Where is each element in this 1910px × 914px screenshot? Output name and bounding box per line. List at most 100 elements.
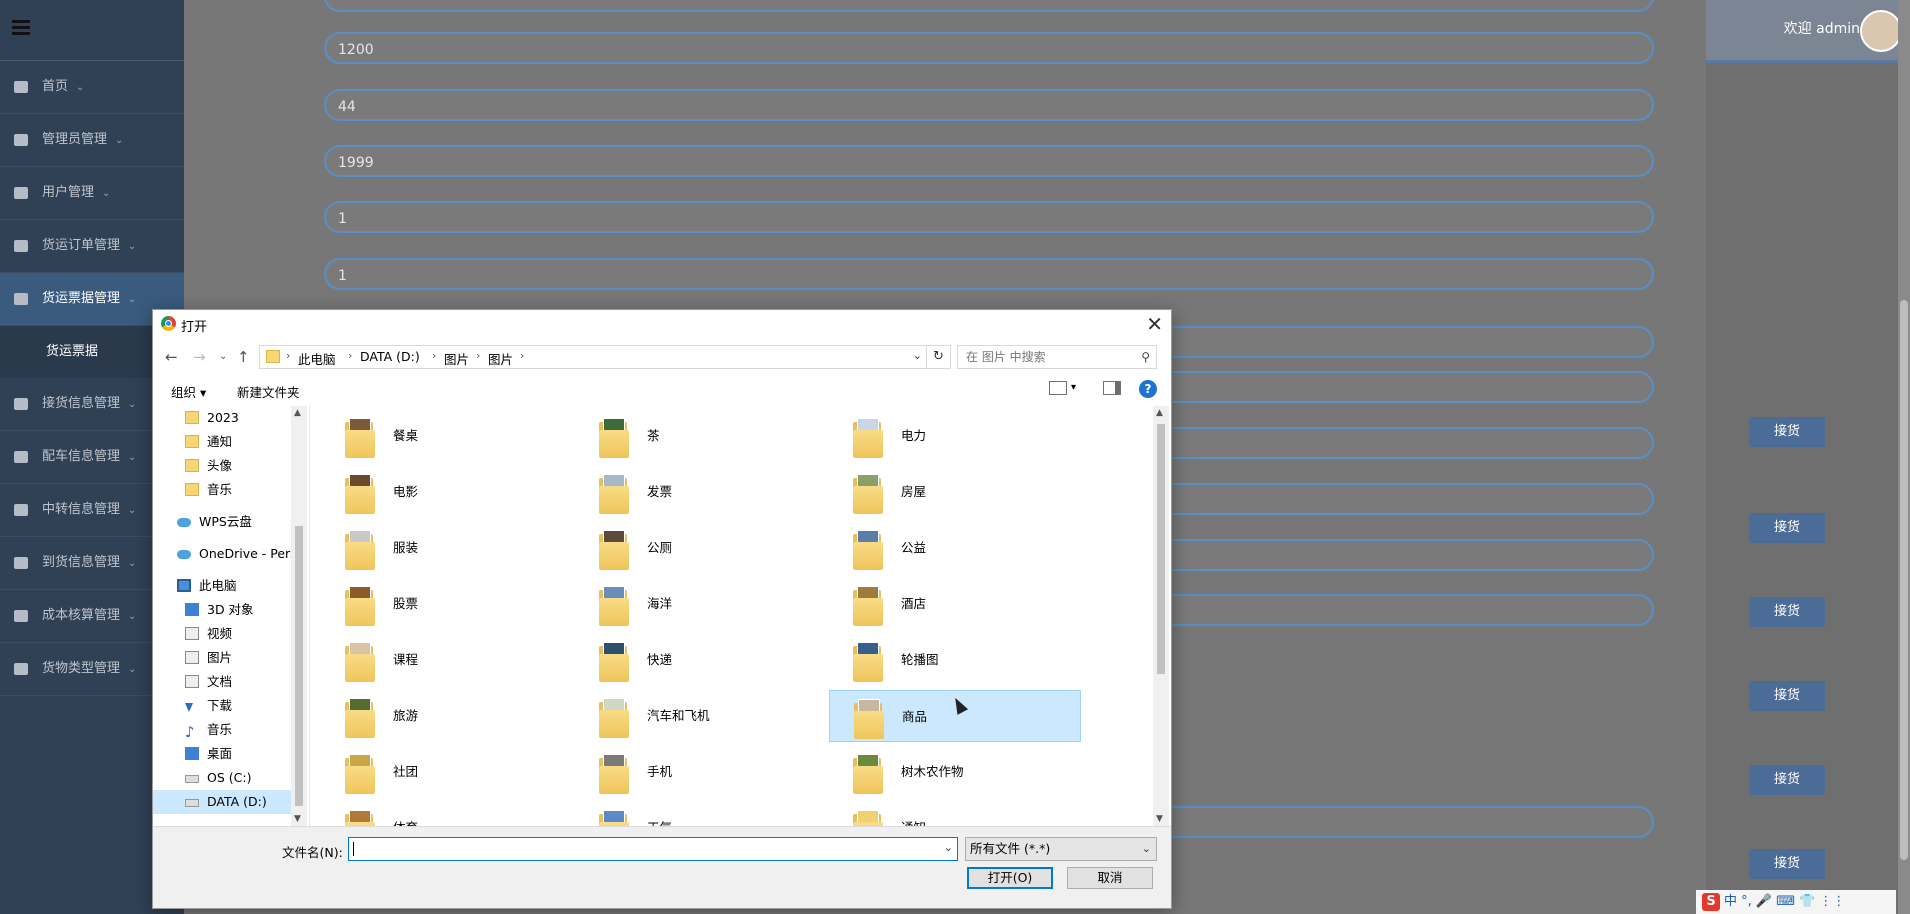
nav-item[interactable]: 3D 对象: [153, 598, 293, 622]
nav-scrollbar[interactable]: ▲ ▼: [291, 406, 307, 826]
scroll-up-icon[interactable]: ▲: [294, 408, 301, 418]
page-scrollbar-thumb[interactable]: [1900, 300, 1908, 860]
scroll-up-icon[interactable]: ▲: [1156, 408, 1163, 418]
open-button[interactable]: 打开(O): [967, 867, 1053, 889]
receive-button[interactable]: 接货: [1749, 417, 1825, 447]
form-input[interactable]: 1999: [324, 145, 1654, 177]
close-icon[interactable]: ✕: [1146, 312, 1163, 336]
folder-item[interactable]: 快递: [575, 634, 827, 686]
folder-item[interactable]: 公益: [829, 522, 1081, 574]
folder-item[interactable]: 服装: [321, 522, 573, 574]
nav-item[interactable]: WPS云盘: [153, 510, 293, 534]
folder-item[interactable]: 茶: [575, 410, 827, 462]
folder-item[interactable]: 轮播图: [829, 634, 1081, 686]
view-options-icon[interactable]: [1049, 381, 1067, 395]
receive-button[interactable]: 接货: [1749, 597, 1825, 627]
filename-input[interactable]: ⌄: [348, 837, 958, 861]
nav-item[interactable]: 2023: [153, 406, 293, 430]
form-input[interactable]: 1: [324, 258, 1654, 290]
folder-front-shape: [853, 486, 883, 514]
page-scrollbar[interactable]: [1898, 0, 1910, 914]
scroll-down-icon[interactable]: ▼: [294, 814, 301, 824]
receive-button[interactable]: 接货: [1749, 849, 1825, 879]
form-input[interactable]: 1200: [324, 32, 1654, 64]
chevron-down-icon[interactable]: ⌄: [944, 841, 953, 854]
nav-item[interactable]: ♪ 音乐: [153, 718, 293, 742]
nav-item[interactable]: 下载: [153, 694, 293, 718]
folder-item[interactable]: 股票: [321, 578, 573, 630]
folder-item[interactable]: 树木农作物: [829, 746, 1081, 798]
breadcrumb-item[interactable]: DATA (D:): [360, 349, 420, 364]
new-folder-button[interactable]: 新建文件夹: [237, 382, 300, 401]
forward-arrow-icon[interactable]: →: [193, 348, 206, 366]
search-input[interactable]: 在 图片 中搜索 ⚲: [957, 345, 1157, 369]
folder-item[interactable]: 公厕: [575, 522, 827, 574]
breadcrumb-item[interactable]: 图片: [444, 349, 469, 368]
nav-item[interactable]: OneDrive - Perso: [153, 542, 304, 566]
folder-item[interactable]: 海洋: [575, 578, 827, 630]
recent-chevron-icon[interactable]: ⌄: [219, 351, 227, 362]
nav-item[interactable]: DATA (D:): [153, 790, 293, 814]
nav-item[interactable]: 通知: [153, 430, 293, 454]
preview-pane-icon[interactable]: [1103, 381, 1121, 395]
content-scrollbar[interactable]: ▲ ▼: [1153, 406, 1169, 826]
sidebar-item[interactable]: 货运订单管理 ⌄: [0, 220, 184, 273]
scroll-down-icon[interactable]: ▼: [1156, 814, 1163, 824]
receive-button[interactable]: 接货: [1749, 681, 1825, 711]
folder-icon: [853, 530, 885, 570]
folder-item[interactable]: 手机: [575, 746, 827, 798]
breadcrumb-item[interactable]: 此电脑: [298, 349, 336, 368]
chevron-down-icon[interactable]: ▾: [1071, 382, 1076, 393]
nav-item[interactable]: OS (C:): [153, 766, 293, 790]
nav-item-label: OneDrive - Perso: [199, 546, 305, 561]
nav-item[interactable]: 文档: [153, 670, 293, 694]
folder-item[interactable]: 房屋: [829, 466, 1081, 518]
drive-icon: [185, 775, 199, 783]
folder-item[interactable]: 汽车和飞机: [575, 690, 827, 742]
ime-toolbar[interactable]: S 中 °, 🎤 ⌨ 👕 ⋮⋮: [1696, 890, 1896, 914]
cancel-button[interactable]: 取消: [1067, 867, 1153, 889]
nav-item[interactable]: 视频: [153, 622, 293, 646]
nav-item[interactable]: 桌面: [153, 742, 293, 766]
content-scrollbar-thumb[interactable]: [1157, 424, 1165, 674]
folder-item[interactable]: 通知: [829, 802, 1081, 826]
folder-item[interactable]: 体育: [321, 802, 573, 826]
help-icon[interactable]: ?: [1139, 380, 1157, 398]
receive-button[interactable]: 接货: [1749, 513, 1825, 543]
sidebar-item[interactable]: 管理员管理 ⌄: [0, 114, 184, 167]
refresh-icon[interactable]: ↻: [927, 345, 951, 369]
organize-button[interactable]: 组织 ▾: [171, 382, 206, 401]
folder-item[interactable]: 旅游: [321, 690, 573, 742]
folder-item[interactable]: 发票: [575, 466, 827, 518]
folder-icon: [853, 754, 885, 794]
nav-item-label: 图片: [207, 650, 233, 665]
nav-item[interactable]: 图片: [153, 646, 293, 670]
sidebar-item[interactable]: 用户管理 ⌄: [0, 167, 184, 220]
address-bar[interactable]: › 此电脑 › DATA (D:) › 图片 › 图片 › ⌄: [259, 345, 927, 369]
folder-item[interactable]: 电力: [829, 410, 1081, 462]
back-arrow-icon[interactable]: ←: [165, 348, 178, 366]
chevron-down-icon[interactable]: ⌄: [913, 349, 922, 362]
breadcrumb-item[interactable]: 图片: [488, 349, 513, 368]
receive-button[interactable]: 接货: [1749, 765, 1825, 795]
folder-icon: [266, 350, 280, 363]
form-input[interactable]: 1: [324, 201, 1654, 233]
nav-item[interactable]: 此电脑: [153, 574, 293, 598]
nav-item[interactable]: 头像: [153, 454, 293, 478]
filetype-select[interactable]: 所有文件 (*.*) ⌄: [965, 837, 1157, 861]
folder-name: 天气: [647, 817, 672, 826]
folder-item[interactable]: 电影: [321, 466, 573, 518]
folder-item[interactable]: 酒店: [829, 578, 1081, 630]
hamburger-menu-icon[interactable]: [12, 20, 30, 35]
sidebar-item[interactable]: 首页 ⌄: [0, 61, 184, 114]
avatar[interactable]: [1860, 10, 1902, 52]
folder-item[interactable]: 社团: [321, 746, 573, 798]
folder-item[interactable]: 天气: [575, 802, 827, 826]
folder-item[interactable]: 餐桌: [321, 410, 573, 462]
form-input[interactable]: [324, 0, 1654, 12]
form-input[interactable]: 44: [324, 89, 1654, 121]
folder-item[interactable]: 课程: [321, 634, 573, 686]
up-arrow-icon[interactable]: ↑: [237, 348, 250, 366]
nav-scrollbar-thumb[interactable]: [295, 526, 303, 806]
nav-item[interactable]: 音乐: [153, 478, 293, 502]
